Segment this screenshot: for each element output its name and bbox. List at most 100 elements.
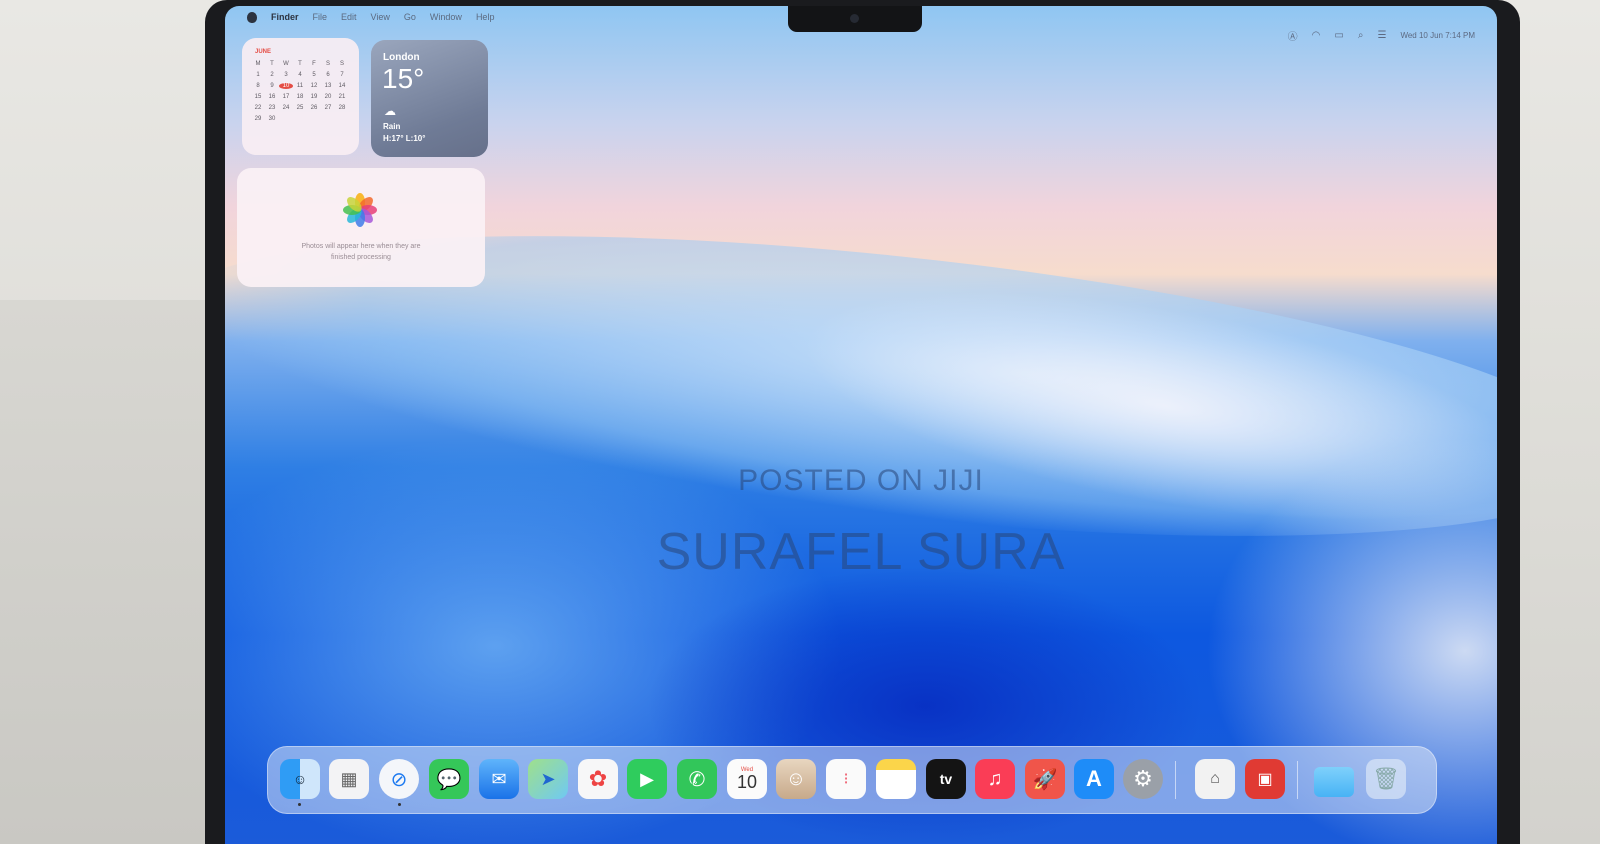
calendar-weekday-label: S bbox=[325, 61, 330, 67]
calendar-day: 11 bbox=[296, 83, 304, 89]
photos-widget-message: Photos will appear here when they are fi… bbox=[277, 241, 445, 263]
background-left bbox=[0, 300, 210, 844]
system-settings-icon[interactable]: ⚙ bbox=[1123, 759, 1163, 799]
calendar-weekday-label: W bbox=[283, 61, 289, 67]
menu-view[interactable]: View bbox=[371, 12, 390, 22]
dock: ☺ ▦ ⊘ 💬 ✉ ➤ ✿ ▶ ✆ Wed 10 ☺ ⁝ tv ♫ 🚀 A ⚙ … bbox=[267, 746, 1437, 814]
calendar-day: 16 bbox=[268, 94, 276, 100]
calendar-month: JUNE bbox=[255, 49, 272, 55]
safari-icon[interactable]: ⊘ bbox=[379, 759, 419, 799]
calendar-day: 3 bbox=[284, 72, 288, 78]
calendar-day: 23 bbox=[268, 105, 276, 111]
photos-icon bbox=[343, 193, 377, 227]
photos-message-line2: finished processing bbox=[331, 254, 391, 261]
preview-icon[interactable]: ⌂ bbox=[1195, 759, 1235, 799]
menu-go[interactable]: Go bbox=[404, 12, 416, 22]
calendar-day: 15 bbox=[254, 94, 262, 100]
calendar-day: 18 bbox=[296, 94, 304, 100]
maps-icon[interactable]: ➤ bbox=[528, 759, 568, 799]
weather-temperature: 15° bbox=[382, 63, 425, 94]
menu-window[interactable]: Window bbox=[430, 12, 462, 22]
calendar-day: 8 bbox=[256, 83, 260, 89]
status-menu: Ⓐ ◠ ▭ ⌕ ☰ Wed 10 Jun 7:14 PM bbox=[1288, 28, 1475, 43]
calendar-icon[interactable]: Wed 10 bbox=[727, 759, 767, 799]
rocket-icon[interactable]: 🚀 bbox=[1025, 759, 1065, 799]
calendar-day: 30 bbox=[268, 116, 276, 122]
calendar-grid: M T W T F S S 1 2 3 4 5 6 7 8 9 10 11 12 13 14 15 16 17 18 19 20 21… bbox=[251, 61, 349, 122]
menu-file[interactable]: File bbox=[313, 12, 328, 22]
photo-booth-icon[interactable]: ▣ bbox=[1245, 759, 1285, 799]
reminders-icon[interactable]: ⁝ bbox=[826, 759, 866, 799]
appletv-icon[interactable]: tv bbox=[926, 759, 966, 799]
music-icon[interactable]: ♫ bbox=[975, 759, 1015, 799]
calendar-weekday-label: S bbox=[339, 61, 344, 67]
photos-widget[interactable]: Photos will appear here when they are fi… bbox=[237, 168, 485, 287]
menu-clock[interactable]: Wed 10 Jun 7:14 PM bbox=[1400, 31, 1475, 40]
calendar-day: 20 bbox=[324, 94, 332, 100]
photos-icon[interactable]: ✿ bbox=[578, 759, 618, 799]
mail-icon[interactable]: ✉ bbox=[479, 759, 519, 799]
watermark-line2: SURAFEL SURA bbox=[656, 523, 1066, 581]
calendar-day: 2 bbox=[270, 72, 274, 78]
calendar-day: 28 bbox=[338, 105, 346, 111]
notes-icon[interactable] bbox=[876, 759, 916, 799]
running-indicator bbox=[398, 803, 401, 806]
calendar-day: 6 bbox=[326, 72, 330, 78]
calendar-day: 27 bbox=[324, 105, 332, 111]
weather-city: London bbox=[383, 52, 420, 63]
dock-calendar-day: 10 bbox=[736, 772, 758, 792]
menu-edit[interactable]: Edit bbox=[341, 12, 357, 22]
menu-finder[interactable]: Finder bbox=[271, 12, 299, 22]
calendar-day: 13 bbox=[324, 83, 332, 89]
finder-icon[interactable]: ☺ bbox=[280, 759, 320, 799]
apple-menu-icon[interactable] bbox=[247, 11, 257, 23]
trash-icon[interactable]: 🗑 bbox=[1366, 759, 1406, 799]
calendar-day: 1 bbox=[256, 72, 260, 78]
calendar-day: 12 bbox=[310, 83, 318, 89]
calendar-day: 29 bbox=[254, 116, 262, 122]
camera-icon bbox=[850, 14, 859, 23]
contacts-icon[interactable]: ☺ bbox=[776, 759, 816, 799]
battery-icon[interactable]: ▭ bbox=[1334, 30, 1343, 41]
menu-help[interactable]: Help bbox=[476, 12, 495, 22]
calendar-weekday-label: F bbox=[312, 61, 316, 67]
camera-notch bbox=[788, 6, 922, 32]
calendar-day: 5 bbox=[312, 72, 316, 78]
calendar-day: 24 bbox=[282, 105, 290, 111]
input-source-icon[interactable]: Ⓐ bbox=[1288, 28, 1298, 43]
calendar-day: 7 bbox=[340, 72, 344, 78]
calendar-day: 9 bbox=[270, 83, 274, 89]
calendar-day: 14 bbox=[338, 83, 346, 89]
calendar-widget[interactable]: JUNE M T W T F S S 1 2 3 4 5 6 7 8 9 10 11 12 13 14 15 16 17 18 1… bbox=[242, 38, 359, 155]
calendar-weekday-label: T bbox=[270, 61, 274, 67]
appletv-label: tv bbox=[939, 771, 953, 787]
search-icon[interactable]: ⌕ bbox=[1358, 30, 1364, 41]
calendar-day: 21 bbox=[338, 94, 346, 100]
desktop-screen: Finder File Edit View Go Window Help Ⓐ ◠… bbox=[225, 6, 1497, 844]
dock-separator bbox=[1175, 761, 1176, 799]
calendar-day: 19 bbox=[310, 94, 318, 100]
control-center-icon[interactable]: ☰ bbox=[1377, 30, 1386, 41]
weather-condition: Rain bbox=[383, 122, 401, 131]
cloud-icon: ☁ bbox=[384, 104, 396, 118]
calendar-day: 22 bbox=[254, 105, 262, 111]
weather-widget[interactable]: London 15° ☁ Rain H:17° L:10° bbox=[371, 40, 488, 157]
calendar-weekday-label: T bbox=[298, 61, 302, 67]
calendar-day: 17 bbox=[282, 94, 290, 100]
launchpad-icon[interactable]: ▦ bbox=[329, 759, 369, 799]
calendar-day: 26 bbox=[310, 105, 318, 111]
weather-high-low: H:17° L:10° bbox=[383, 134, 426, 143]
photos-message-line1: Photos will appear here when they are bbox=[301, 243, 421, 250]
phone-icon[interactable]: ✆ bbox=[677, 759, 717, 799]
folder-icon[interactable] bbox=[1314, 767, 1354, 797]
messages-icon[interactable]: 💬 bbox=[429, 759, 469, 799]
facetime-icon[interactable]: ▶ bbox=[627, 759, 667, 799]
calendar-weekday-label: M bbox=[255, 61, 261, 67]
calendar-day: 25 bbox=[296, 105, 304, 111]
wifi-icon[interactable]: ◠ bbox=[1312, 30, 1321, 41]
dock-separator bbox=[1297, 761, 1298, 799]
appstore-icon[interactable]: A bbox=[1074, 759, 1114, 799]
watermark-line1: POSTED ON JIJI bbox=[738, 464, 984, 497]
calendar-today: 10 bbox=[279, 83, 293, 89]
running-indicator bbox=[298, 803, 301, 806]
